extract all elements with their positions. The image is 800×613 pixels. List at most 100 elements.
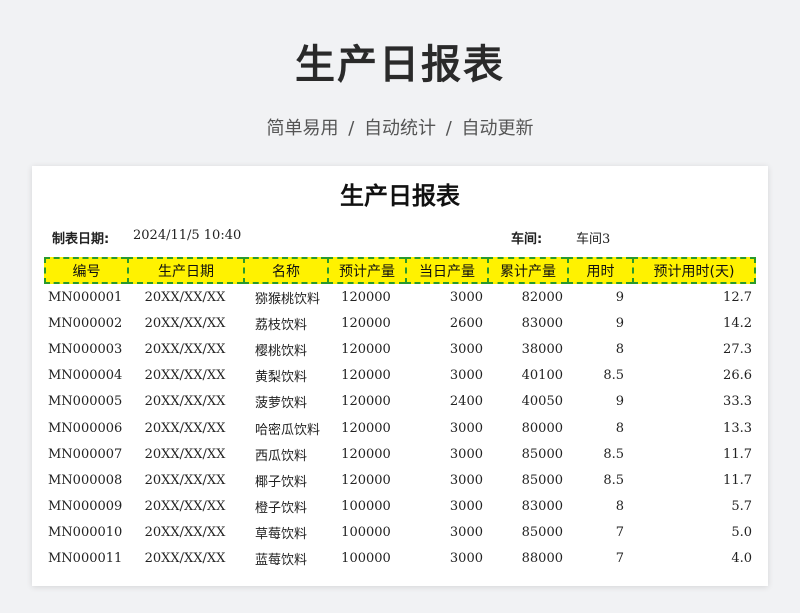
cell-id: MN000004 [48,368,123,384]
cell-daily: 3000 [449,420,483,436]
workshop-value-wrap: 车间3 [576,228,610,247]
cell-name: 荔枝饮料 [255,317,308,333]
cell-date: 20XX/XX/XX [144,525,226,541]
cell-id: MN000007 [48,446,123,462]
table-row: MN000008 20XX/XX/XX 椰子饮料 120000 3000 85000 8.5… [44,467,756,493]
cell-name: 黄梨饮料 [255,370,308,386]
cell-daily: 3000 [449,368,483,384]
cell-daily: 3000 [449,446,483,462]
cell-daily: 2400 [449,394,483,410]
cell-est-days: 14.2 [723,315,752,331]
table-row: MN000004 20XX/XX/XX 黄梨饮料 120000 3000 40100 8.5… [44,363,756,389]
cell-planned: 100000 [341,525,391,541]
cell-est-days: 26.6 [723,368,752,384]
cell-date: 20XX/XX/XX [144,315,226,331]
cell-cumulative: 85000 [521,446,563,462]
cell-daily: 3000 [449,341,483,357]
cell-date: 20XX/XX/XX [144,420,226,436]
cell-cumulative: 83000 [521,499,563,515]
cell-cumulative: 85000 [521,525,563,541]
header-cell-id: 编号 [44,257,127,284]
cell-planned: 120000 [341,289,391,305]
cell-planned: 120000 [341,394,391,410]
header-cell-cumulative: 累计产量 [487,257,567,284]
cell-daily: 3000 [449,472,483,488]
cell-time: 8.5 [603,472,624,488]
cell-cumulative: 80000 [521,420,563,436]
header-cell-name: 名称 [243,257,327,284]
table-row: MN000003 20XX/XX/XX 樱桃饮料 120000 3000 38000 8 27… [44,336,756,362]
cell-name: 樱桃饮料 [255,343,308,359]
cell-name: 椰子饮料 [255,474,308,490]
cell-name: 橙子饮料 [255,501,308,517]
cell-id: MN000003 [48,341,123,357]
cell-daily: 2600 [449,315,483,331]
header-cell-est-days: 预计用时(天) [632,257,756,284]
cell-daily: 3000 [449,499,483,515]
header-cell-date: 生产日期 [127,257,243,284]
cell-cumulative: 88000 [521,551,563,567]
cell-daily: 3000 [449,289,483,305]
cell-id: MN000010 [48,525,123,541]
date-value: 2024/11/5 10:40 [133,228,242,243]
cell-planned: 120000 [341,446,391,462]
cell-date: 20XX/XX/XX [144,368,226,384]
cell-name: 猕猴桃饮料 [255,291,321,307]
banner-title: 生产日报表 [295,42,505,88]
cell-date: 20XX/XX/XX [144,289,226,305]
header-cell-planned: 预计产量 [327,257,405,284]
cell-planned: 120000 [341,368,391,384]
production-table: 编号 生产日期 名称 预计产量 当日产量 累计产量 用时 预计用时(天) MN0… [44,257,756,572]
cell-name: 蓝莓饮料 [255,553,308,569]
cell-name: 哈密瓜饮料 [255,422,321,438]
table-row: MN000001 20XX/XX/XX 猕猴桃饮料 120000 3000 82000 9 1… [44,284,756,310]
cell-time: 9 [615,289,624,305]
cell-id: MN000006 [48,420,123,436]
cell-cumulative: 38000 [521,341,563,357]
cell-planned: 120000 [341,420,391,436]
table-row: MN000006 20XX/XX/XX 哈密瓜饮料 120000 3000 80000 8 1… [44,415,756,441]
report-sheet: 生产日报表 制表日期: 2024/11/5 10:40 车间: 车间3 编号 生… [32,166,768,586]
date-meta: 制表日期: [52,228,109,247]
cell-planned: 120000 [341,315,391,331]
cell-cumulative: 83000 [521,315,563,331]
cell-daily: 3000 [449,551,483,567]
cell-id: MN000001 [48,289,123,305]
cell-cumulative: 85000 [521,472,563,488]
cell-name: 菠萝饮料 [255,396,308,412]
cell-planned: 100000 [341,499,391,515]
cell-time: 8 [615,341,624,357]
cell-cumulative: 40100 [521,368,563,384]
cell-date: 20XX/XX/XX [144,499,226,515]
cell-time: 8 [615,499,624,515]
header-cell-daily: 当日产量 [405,257,487,284]
header-cell-time: 用时 [567,257,632,284]
table-row: MN000011 20XX/XX/XX 蓝莓饮料 100000 3000 88000 7 4.… [44,546,756,572]
sheet-title: 生产日报表 [340,181,460,210]
cell-cumulative: 40050 [521,394,563,410]
cell-est-days: 5.7 [731,499,752,515]
cell-est-days: 11.7 [723,472,752,488]
cell-date: 20XX/XX/XX [144,341,226,357]
table-row: MN000007 20XX/XX/XX 西瓜饮料 120000 3000 85000 8.5… [44,441,756,467]
cell-time: 8.5 [603,368,624,384]
cell-id: MN000002 [48,315,123,331]
cell-planned: 120000 [341,472,391,488]
table-row: MN000002 20XX/XX/XX 荔枝饮料 120000 2600 83000 9 14… [44,310,756,336]
cell-planned: 120000 [341,341,391,357]
cell-cumulative: 82000 [521,289,563,305]
cell-est-days: 13.3 [723,420,752,436]
date-label: 制表日期: [52,232,110,247]
cell-est-days: 27.3 [723,341,752,357]
workshop-value: 车间3 [576,232,611,247]
cell-name: 西瓜饮料 [255,448,308,464]
cell-est-days: 33.3 [723,394,752,410]
cell-id: MN000009 [48,499,123,515]
cell-daily: 3000 [449,525,483,541]
workshop-label: 车间: [511,232,543,247]
cell-date: 20XX/XX/XX [144,472,226,488]
cell-id: MN000011 [48,551,123,567]
table-row: MN000009 20XX/XX/XX 橙子饮料 100000 3000 83000 8 5.… [44,494,756,520]
workshop-meta: 车间: [511,228,542,247]
cell-date: 20XX/XX/XX [144,446,226,462]
